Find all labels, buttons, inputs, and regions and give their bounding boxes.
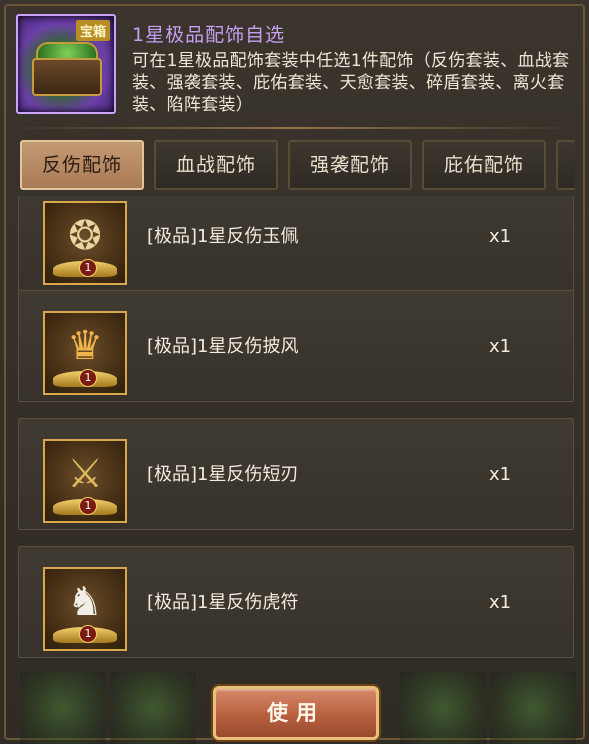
tab-fanshang[interactable]: 反伤配饰 — [20, 140, 144, 190]
tiger-tally-icon: ♞ 1 — [43, 567, 127, 651]
dagger-icon: ⚔ 1 — [43, 439, 127, 523]
item-list[interactable]: ❂ 1 [极品]1星反伤玉佩 x1 ♛ 1 [极品]1星反伤披风 x1 ⚔ 1 … — [18, 196, 574, 674]
list-item[interactable]: ♛ 1 [极品]1星反伤披风 x1 — [18, 290, 574, 402]
list-item[interactable]: ⚔ 1 [极品]1星反伤短刃 x1 — [18, 418, 574, 530]
chest-body — [32, 58, 102, 96]
item-quantity: x1 — [489, 226, 512, 247]
star-badge: 1 — [79, 369, 97, 387]
use-button[interactable]: 使用 — [213, 686, 379, 740]
jade-pendant-icon: ❂ 1 — [43, 201, 127, 285]
item-name: [极品]1星反伤玉佩 — [147, 226, 299, 247]
header-divider — [10, 127, 579, 129]
item-name: [极品]1星反伤虎符 — [147, 592, 299, 613]
star-badge: 1 — [79, 497, 97, 515]
tab-biyou[interactable]: 庇佑配饰 — [422, 140, 546, 190]
item-name: [极品]1星反伤披风 — [147, 336, 299, 357]
selection-panel: 宝箱 1星极品配饰自选 可在1星极品配饰套装中任选1件配饰（反伤套装、血战套装、… — [0, 0, 589, 744]
item-name: [极品]1星反伤短刃 — [147, 464, 299, 485]
star-badge: 1 — [79, 259, 97, 277]
background-chest-icon — [400, 672, 486, 744]
item-quantity: x1 — [489, 336, 512, 357]
reward-description: 可在1星极品配饰套装中任选1件配饰（反伤套装、血战套装、强袭套装、庇佑套装、天愈… — [132, 51, 570, 115]
reward-header: 宝箱 1星极品配饰自选 可在1星极品配饰套装中任选1件配饰（反伤套装、血战套装、… — [16, 14, 576, 115]
reward-title: 1星极品配饰自选 — [132, 24, 286, 46]
tab-qiangxi[interactable]: 强袭配饰 — [288, 140, 412, 190]
treasure-chest-icon: 宝箱 — [16, 14, 116, 114]
star-badge: 1 — [79, 625, 97, 643]
background-chest-icon — [110, 672, 196, 744]
background-chest-icon — [490, 672, 576, 744]
tab-next-partial[interactable] — [556, 140, 575, 190]
chest-tag: 宝箱 — [75, 20, 110, 41]
tab-xuezhan[interactable]: 血战配饰 — [154, 140, 278, 190]
item-quantity: x1 — [489, 464, 512, 485]
item-quantity: x1 — [489, 592, 512, 613]
list-item[interactable]: ❂ 1 [极品]1星反伤玉佩 x1 — [18, 196, 574, 292]
cape-icon: ♛ 1 — [43, 311, 127, 395]
background-chest-icon — [20, 672, 106, 744]
list-item[interactable]: ♞ 1 [极品]1星反伤虎符 x1 — [18, 546, 574, 658]
set-tabs: 反伤配饰 血战配饰 强袭配饰 庇佑配饰 — [20, 140, 575, 192]
